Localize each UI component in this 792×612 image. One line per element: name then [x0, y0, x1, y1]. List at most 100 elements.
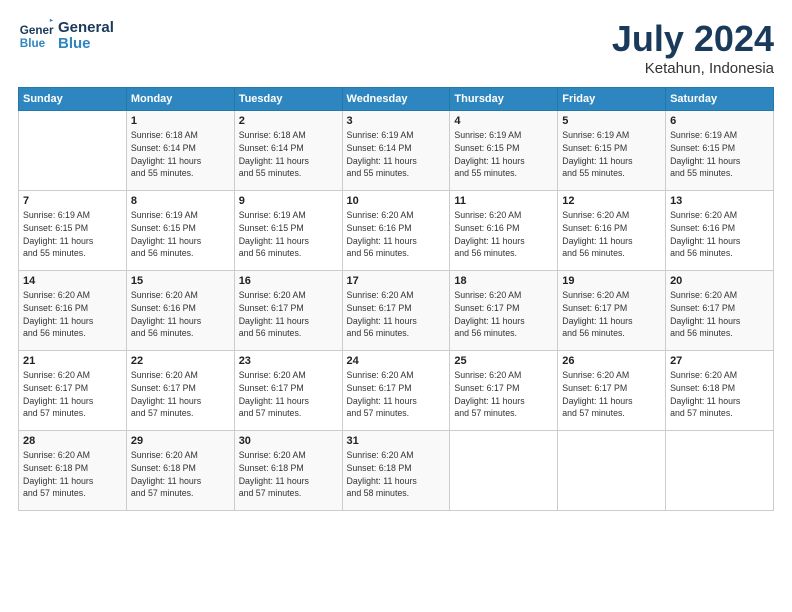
day-info: Sunrise: 6:20 AM Sunset: 6:18 PM Dayligh… — [347, 449, 446, 500]
calendar-cell: 31Sunrise: 6:20 AM Sunset: 6:18 PM Dayli… — [342, 431, 450, 511]
day-number: 28 — [23, 435, 122, 447]
calendar-cell: 19 Sunrise: 6:20 AM Sunset: 6:17 PM Dayli… — [558, 271, 666, 351]
calendar-cell: 17 Sunrise: 6:20 AM Sunset: 6:17 PM Dayli… — [342, 271, 450, 351]
calendar-cell: 11 Sunrise: 6:20 AM Sunset: 6:16 PM Dayli… — [450, 191, 558, 271]
title-block: July 2024 Ketahun, Indonesia — [612, 18, 774, 77]
day-number: 6 — [670, 115, 769, 127]
day-info: Sunrise: 6:20 AM Sunset: 6:18 PM Dayligh… — [239, 449, 338, 500]
calendar-cell: 4Sunrise: 6:19 AM Sunset: 6:15 PM Daylig… — [450, 111, 558, 191]
day-number: 27 — [670, 355, 769, 367]
day-number: 21 — [23, 355, 122, 367]
calendar-week-row: 14 Sunrise: 6:20 AM Sunset: 6:16 PM Dayli… — [19, 271, 774, 351]
day-info: Sunrise: 6:20 AM Sunset: 6:18 PM Dayligh… — [131, 449, 230, 500]
day-info: Sunrise: 6:18 AM Sunset: 6:14 PM Dayligh… — [131, 129, 230, 180]
page: General Blue General Blue July 2024 Keta… — [0, 0, 792, 612]
day-info: Sunrise: 6:20 AM Sunset: 6:17 PM Dayligh… — [454, 289, 553, 340]
weekday-header: Sunday — [19, 88, 127, 111]
calendar-body: 1 Sunrise: 6:18 AM Sunset: 6:14 PM Daylig… — [19, 111, 774, 511]
day-number: 24 — [347, 355, 446, 367]
day-number: 7 — [23, 195, 122, 207]
calendar-cell — [558, 431, 666, 511]
calendar-cell: 21 Sunrise: 6:20 AM Sunset: 6:17 PM Dayli… — [19, 351, 127, 431]
calendar-table: SundayMondayTuesdayWednesdayThursdayFrid… — [18, 87, 774, 511]
calendar-week-row: 28 Sunrise: 6:20 AM Sunset: 6:18 PM Dayli… — [19, 431, 774, 511]
day-info: Sunrise: 6:19 AM Sunset: 6:15 PM Dayligh… — [239, 209, 338, 260]
day-number: 13 — [670, 195, 769, 207]
calendar-cell: 8 Sunrise: 6:19 AM Sunset: 6:15 PM Daylig… — [126, 191, 234, 271]
calendar-cell: 20 Sunrise: 6:20 AM Sunset: 6:17 PM Dayli… — [666, 271, 774, 351]
day-info: Sunrise: 6:20 AM Sunset: 6:17 PM Dayligh… — [347, 289, 446, 340]
svg-text:Blue: Blue — [20, 37, 46, 50]
logo: General Blue General Blue — [18, 18, 114, 54]
day-info: Sunrise: 6:20 AM Sunset: 6:17 PM Dayligh… — [23, 369, 122, 420]
day-number: 15 — [131, 275, 230, 287]
day-info: Sunrise: 6:20 AM Sunset: 6:17 PM Dayligh… — [239, 369, 338, 420]
calendar-cell: 30 Sunrise: 6:20 AM Sunset: 6:18 PM Dayli… — [234, 431, 342, 511]
day-info: Sunrise: 6:20 AM Sunset: 6:17 PM Dayligh… — [562, 369, 661, 420]
day-number: 30 — [239, 435, 338, 447]
day-number: 11 — [454, 195, 553, 207]
calendar-cell: 14 Sunrise: 6:20 AM Sunset: 6:16 PM Dayli… — [19, 271, 127, 351]
day-number: 17 — [347, 275, 446, 287]
day-number: 8 — [131, 195, 230, 207]
weekday-header: Wednesday — [342, 88, 450, 111]
day-info: Sunrise: 6:19 AM Sunset: 6:14 PM Dayligh… — [347, 129, 446, 180]
calendar-cell — [19, 111, 127, 191]
weekday-header: Friday — [558, 88, 666, 111]
day-number: 14 — [23, 275, 122, 287]
weekday-header: Thursday — [450, 88, 558, 111]
weekday-row: SundayMondayTuesdayWednesdayThursdayFrid… — [19, 88, 774, 111]
day-number: 25 — [454, 355, 553, 367]
calendar-cell: 22Sunrise: 6:20 AM Sunset: 6:17 PM Dayli… — [126, 351, 234, 431]
calendar-cell — [666, 431, 774, 511]
calendar-cell: 13 Sunrise: 6:20 AM Sunset: 6:16 PM Dayli… — [666, 191, 774, 271]
calendar-cell: 29 Sunrise: 6:20 AM Sunset: 6:18 PM Dayli… — [126, 431, 234, 511]
day-number: 2 — [239, 115, 338, 127]
header: General Blue General Blue July 2024 Keta… — [18, 18, 774, 77]
day-info: Sunrise: 6:20 AM Sunset: 6:16 PM Dayligh… — [131, 289, 230, 340]
day-info: Sunrise: 6:20 AM Sunset: 6:17 PM Dayligh… — [670, 289, 769, 340]
calendar-cell: 9 Sunrise: 6:19 AM Sunset: 6:15 PM Daylig… — [234, 191, 342, 271]
calendar-cell: 26 Sunrise: 6:20 AM Sunset: 6:17 PM Dayli… — [558, 351, 666, 431]
day-info: Sunrise: 6:19 AM Sunset: 6:15 PM Dayligh… — [454, 129, 553, 180]
weekday-header: Saturday — [666, 88, 774, 111]
day-info: Sunrise: 6:19 AM Sunset: 6:15 PM Dayligh… — [23, 209, 122, 260]
calendar-week-row: 7 Sunrise: 6:19 AM Sunset: 6:15 PM Daylig… — [19, 191, 774, 271]
day-info: Sunrise: 6:20 AM Sunset: 6:18 PM Dayligh… — [23, 449, 122, 500]
day-number: 16 — [239, 275, 338, 287]
day-info: Sunrise: 6:20 AM Sunset: 6:17 PM Dayligh… — [131, 369, 230, 420]
calendar-cell: 25Sunrise: 6:20 AM Sunset: 6:17 PM Dayli… — [450, 351, 558, 431]
svg-text:General: General — [20, 24, 54, 37]
logo-blue: Blue — [58, 36, 114, 53]
location-title: Ketahun, Indonesia — [612, 60, 774, 77]
day-number: 5 — [562, 115, 661, 127]
calendar-cell: 6 Sunrise: 6:19 AM Sunset: 6:15 PM Daylig… — [666, 111, 774, 191]
calendar-cell: 18 Sunrise: 6:20 AM Sunset: 6:17 PM Dayli… — [450, 271, 558, 351]
day-number: 29 — [131, 435, 230, 447]
month-title: July 2024 — [612, 18, 774, 60]
day-number: 19 — [562, 275, 661, 287]
day-info: Sunrise: 6:20 AM Sunset: 6:16 PM Dayligh… — [454, 209, 553, 260]
day-info: Sunrise: 6:19 AM Sunset: 6:15 PM Dayligh… — [131, 209, 230, 260]
calendar-cell: 7 Sunrise: 6:19 AM Sunset: 6:15 PM Daylig… — [19, 191, 127, 271]
day-info: Sunrise: 6:20 AM Sunset: 6:16 PM Dayligh… — [562, 209, 661, 260]
calendar-cell: 1 Sunrise: 6:18 AM Sunset: 6:14 PM Daylig… — [126, 111, 234, 191]
day-info: Sunrise: 6:20 AM Sunset: 6:18 PM Dayligh… — [670, 369, 769, 420]
calendar-week-row: 1 Sunrise: 6:18 AM Sunset: 6:14 PM Daylig… — [19, 111, 774, 191]
calendar-cell: 12Sunrise: 6:20 AM Sunset: 6:16 PM Dayli… — [558, 191, 666, 271]
calendar-cell: 2Sunrise: 6:18 AM Sunset: 6:14 PM Daylig… — [234, 111, 342, 191]
day-number: 20 — [670, 275, 769, 287]
day-number: 9 — [239, 195, 338, 207]
calendar-cell: 16Sunrise: 6:20 AM Sunset: 6:17 PM Dayli… — [234, 271, 342, 351]
day-number: 18 — [454, 275, 553, 287]
day-info: Sunrise: 6:20 AM Sunset: 6:16 PM Dayligh… — [670, 209, 769, 260]
logo-icon: General Blue — [18, 18, 54, 54]
calendar-week-row: 21 Sunrise: 6:20 AM Sunset: 6:17 PM Dayli… — [19, 351, 774, 431]
calendar-cell — [450, 431, 558, 511]
day-number: 26 — [562, 355, 661, 367]
calendar-cell: 28 Sunrise: 6:20 AM Sunset: 6:18 PM Dayli… — [19, 431, 127, 511]
day-info: Sunrise: 6:20 AM Sunset: 6:16 PM Dayligh… — [23, 289, 122, 340]
day-info: Sunrise: 6:20 AM Sunset: 6:17 PM Dayligh… — [562, 289, 661, 340]
day-info: Sunrise: 6:19 AM Sunset: 6:15 PM Dayligh… — [670, 129, 769, 180]
day-number: 1 — [131, 115, 230, 127]
